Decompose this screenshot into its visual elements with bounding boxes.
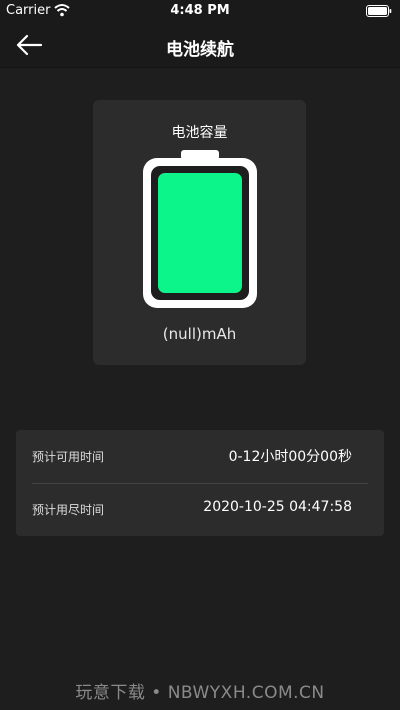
estimated-usage-time-row: 预计可用时间 0-12小时00分00秒 bbox=[16, 430, 384, 483]
battery-status-icon bbox=[366, 5, 392, 17]
estimated-depletion-time-row: 预计用尽时间 2020-10-25 04:47:58 bbox=[16, 483, 384, 536]
navigation-bar: 电池续航 bbox=[0, 22, 400, 68]
battery-capacity-card: 电池容量 (null)mAh bbox=[93, 100, 306, 365]
battery-fill bbox=[158, 173, 242, 293]
status-time: 4:48 PM bbox=[170, 3, 230, 18]
estimated-depletion-time-value: 2020-10-25 04:47:58 bbox=[203, 499, 352, 515]
battery-capacity-value: (null)mAh bbox=[162, 325, 237, 343]
status-bar: Carrier 4:48 PM bbox=[0, 0, 400, 22]
estimated-usage-time-label: 预计可用时间 bbox=[32, 450, 105, 464]
battery-capacity-label: 电池容量 bbox=[171, 125, 228, 141]
estimated-depletion-time-label: 预计用尽时间 bbox=[32, 503, 105, 517]
battery-info-panel: 预计可用时间 0-12小时00分00秒 预计用尽时间 2020-10-25 04… bbox=[16, 430, 384, 536]
watermark: 玩意下载 • NBWYXH.COM.CN bbox=[75, 683, 325, 703]
page-title: 电池续航 bbox=[166, 40, 234, 60]
battery-large-icon bbox=[143, 150, 257, 308]
estimated-usage-time-value: 0-12小时00分00秒 bbox=[228, 449, 352, 465]
